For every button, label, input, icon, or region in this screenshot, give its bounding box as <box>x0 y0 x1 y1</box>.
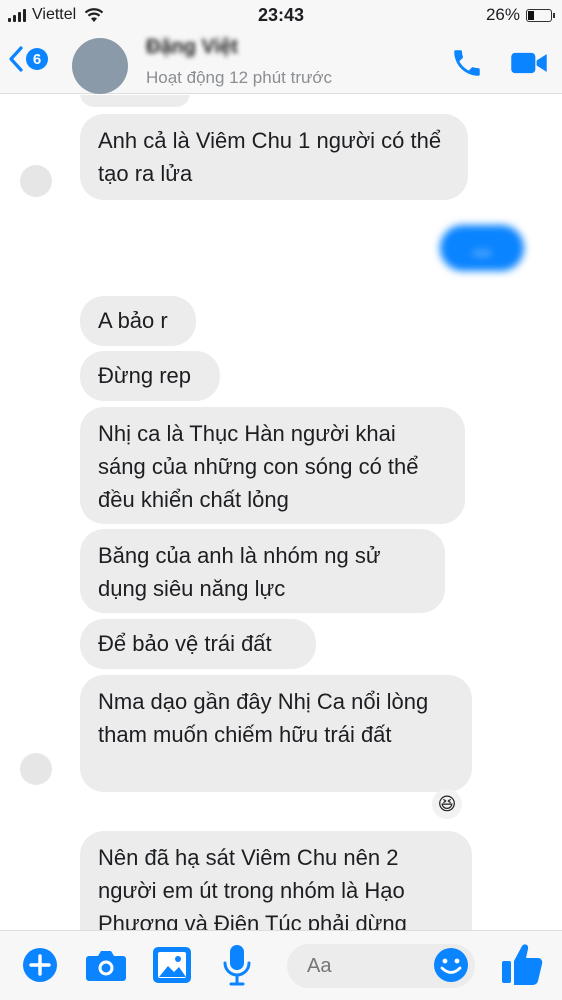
message-bubble[interactable]: Anh cả là Viêm Chu 1 người có thể tạo ra… <box>80 114 468 200</box>
status-right: 26% <box>485 5 555 25</box>
message-bubble[interactable]: Nhị ca là Thục Hàn người khai sáng của n… <box>80 407 465 524</box>
back-button[interactable]: 6 <box>8 46 48 72</box>
sender-avatar <box>20 165 52 197</box>
sender-avatar <box>20 753 52 785</box>
message-bubble[interactable]: A bảo r <box>80 296 196 346</box>
image-icon[interactable] <box>152 946 192 984</box>
activity-status: Hoạt động 12 phút trước <box>146 68 333 87</box>
battery-icon <box>526 8 555 22</box>
message-input[interactable] <box>287 944 427 988</box>
message-bubble[interactable]: Băng của anh là nhóm ng sử dụng siêu năn… <box>80 529 445 613</box>
message-bubble-outgoing[interactable]: ... <box>440 225 524 271</box>
back-chevron-icon <box>9 46 23 72</box>
plus-icon[interactable] <box>20 945 60 985</box>
video-icon[interactable] <box>510 48 548 78</box>
clock: 23:43 <box>257 5 305 25</box>
contact-avatar[interactable] <box>72 38 128 94</box>
camera-icon[interactable] <box>85 947 127 983</box>
message-list[interactable]: Anh cả là Viêm Chu 1 người có thể tạo ra… <box>0 95 562 930</box>
emoji-icon[interactable] <box>432 946 470 984</box>
battery-percent: 26% <box>485 5 520 24</box>
message-bubble-partial <box>80 95 190 107</box>
message-bubble[interactable]: Đừng rep <box>80 351 220 401</box>
contact-name[interactable]: Đặng Việt <box>146 36 238 59</box>
message-bubble[interactable]: Để bảo vệ trái đất <box>80 619 316 669</box>
thumbs-up-icon[interactable] <box>500 941 544 987</box>
composer-bar <box>0 930 562 1000</box>
message-bubble[interactable]: Nên đã hạ sát Viêm Chu nên 2 người em út… <box>80 831 472 930</box>
microphone-icon[interactable] <box>222 944 252 986</box>
unread-count-badge: 6 <box>26 48 48 70</box>
status-bar: Viettel 23:43 26% <box>0 0 562 32</box>
conversation-header: 6 Đặng Việt Hoạt động 12 phút trước <box>0 32 562 94</box>
phone-icon[interactable] <box>450 46 484 80</box>
message-bubble[interactable]: Nma dạo gần đây Nhị Ca nổi lòng tham muố… <box>80 675 472 792</box>
reaction-laugh-icon[interactable]: 😆 <box>432 789 462 819</box>
